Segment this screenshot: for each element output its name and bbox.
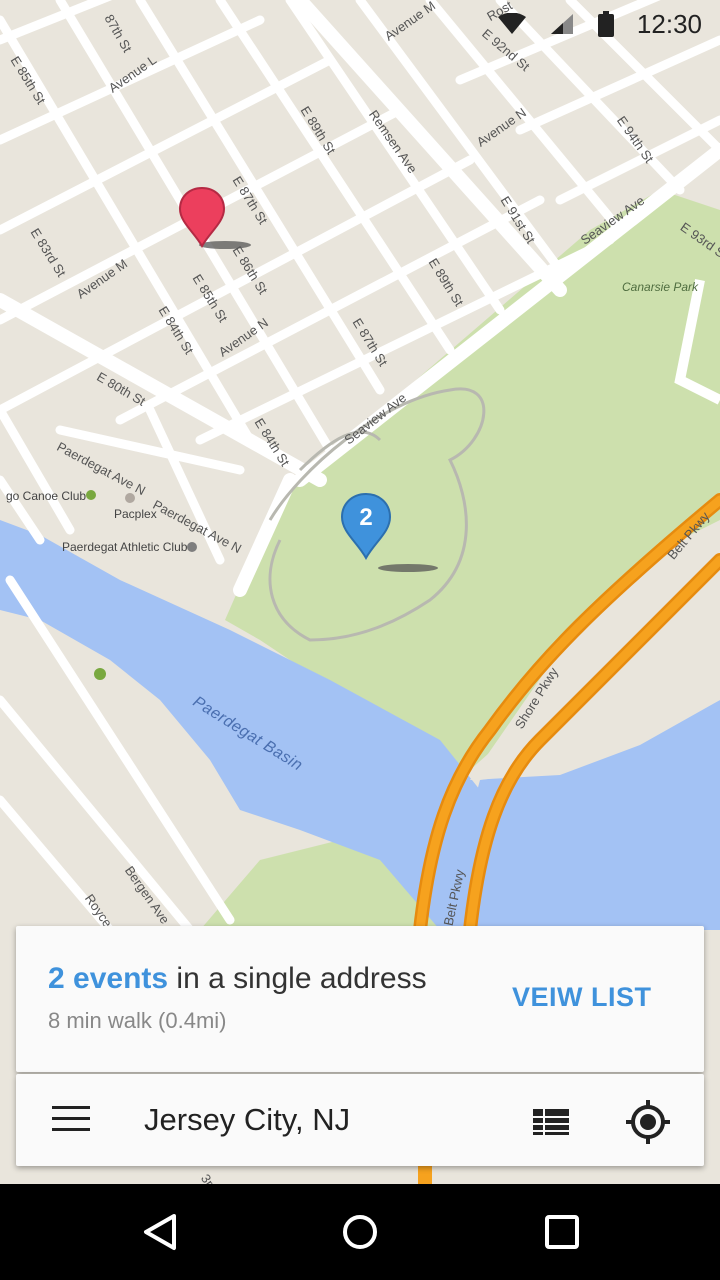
list-view-icon[interactable]	[528, 1102, 574, 1142]
back-icon[interactable]	[138, 1210, 182, 1254]
recents-icon[interactable]	[540, 1210, 584, 1254]
home-icon[interactable]	[338, 1210, 382, 1254]
view-list-button[interactable]: VEIW LIST	[512, 982, 652, 1013]
cluster-count: 2	[359, 504, 373, 531]
poi-label: go Canoe Club	[6, 489, 87, 503]
event-cluster-pin[interactable]: 2	[340, 492, 392, 562]
cell-signal-icon	[550, 14, 573, 34]
poi-label: Pacplex	[114, 507, 157, 521]
system-nav-bar	[0, 1184, 720, 1280]
event-summary-card: 2 events in a single address 8 min walk …	[16, 926, 704, 1072]
poi-label: Paerdegat Athletic Club	[62, 540, 188, 554]
location-title[interactable]: Jersey City, NJ	[144, 1102, 350, 1138]
location-bar: Jersey City, NJ	[16, 1074, 704, 1166]
event-count: 2 events	[48, 962, 169, 995]
my-location-icon[interactable]	[624, 1098, 672, 1146]
walk-distance: 8 min walk (0.4mi)	[48, 1008, 227, 1033]
park-label: Canarsie Park	[622, 280, 699, 294]
menu-icon[interactable]	[52, 1106, 90, 1134]
event-headline: 2 events in a single address	[48, 962, 427, 996]
event-headline-rest: in a single address	[168, 962, 427, 995]
clock: 12:30	[636, 8, 702, 39]
status-bar: 12:30	[0, 0, 720, 48]
location-pin-red[interactable]	[178, 186, 226, 250]
battery-icon	[597, 11, 614, 37]
wifi-icon	[497, 13, 526, 34]
map-pin-icon	[178, 186, 226, 249]
